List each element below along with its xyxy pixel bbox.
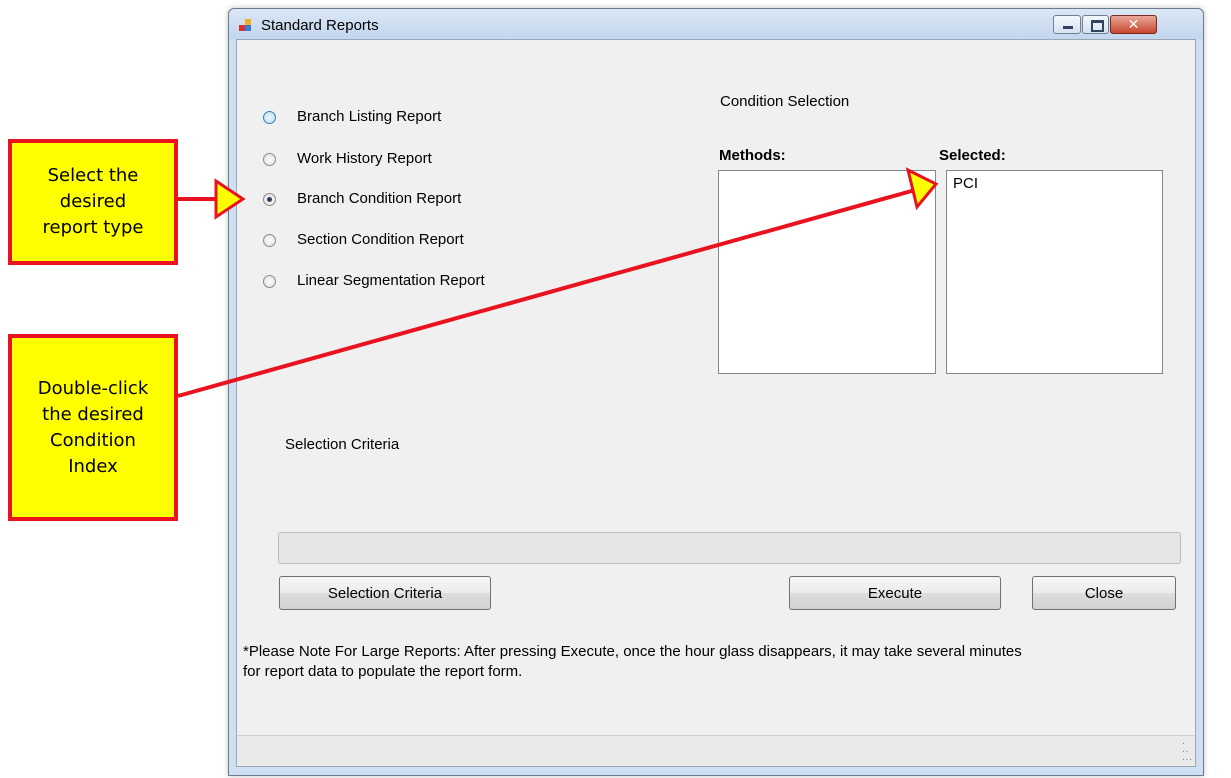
arrow-report-type — [178, 178, 246, 220]
annotation-arrows — [177, 167, 939, 398]
arrow-head — [905, 167, 939, 211]
arrow-condition-index — [177, 167, 939, 398]
arrow-head — [214, 178, 246, 220]
arrow-shaft — [177, 188, 916, 398]
